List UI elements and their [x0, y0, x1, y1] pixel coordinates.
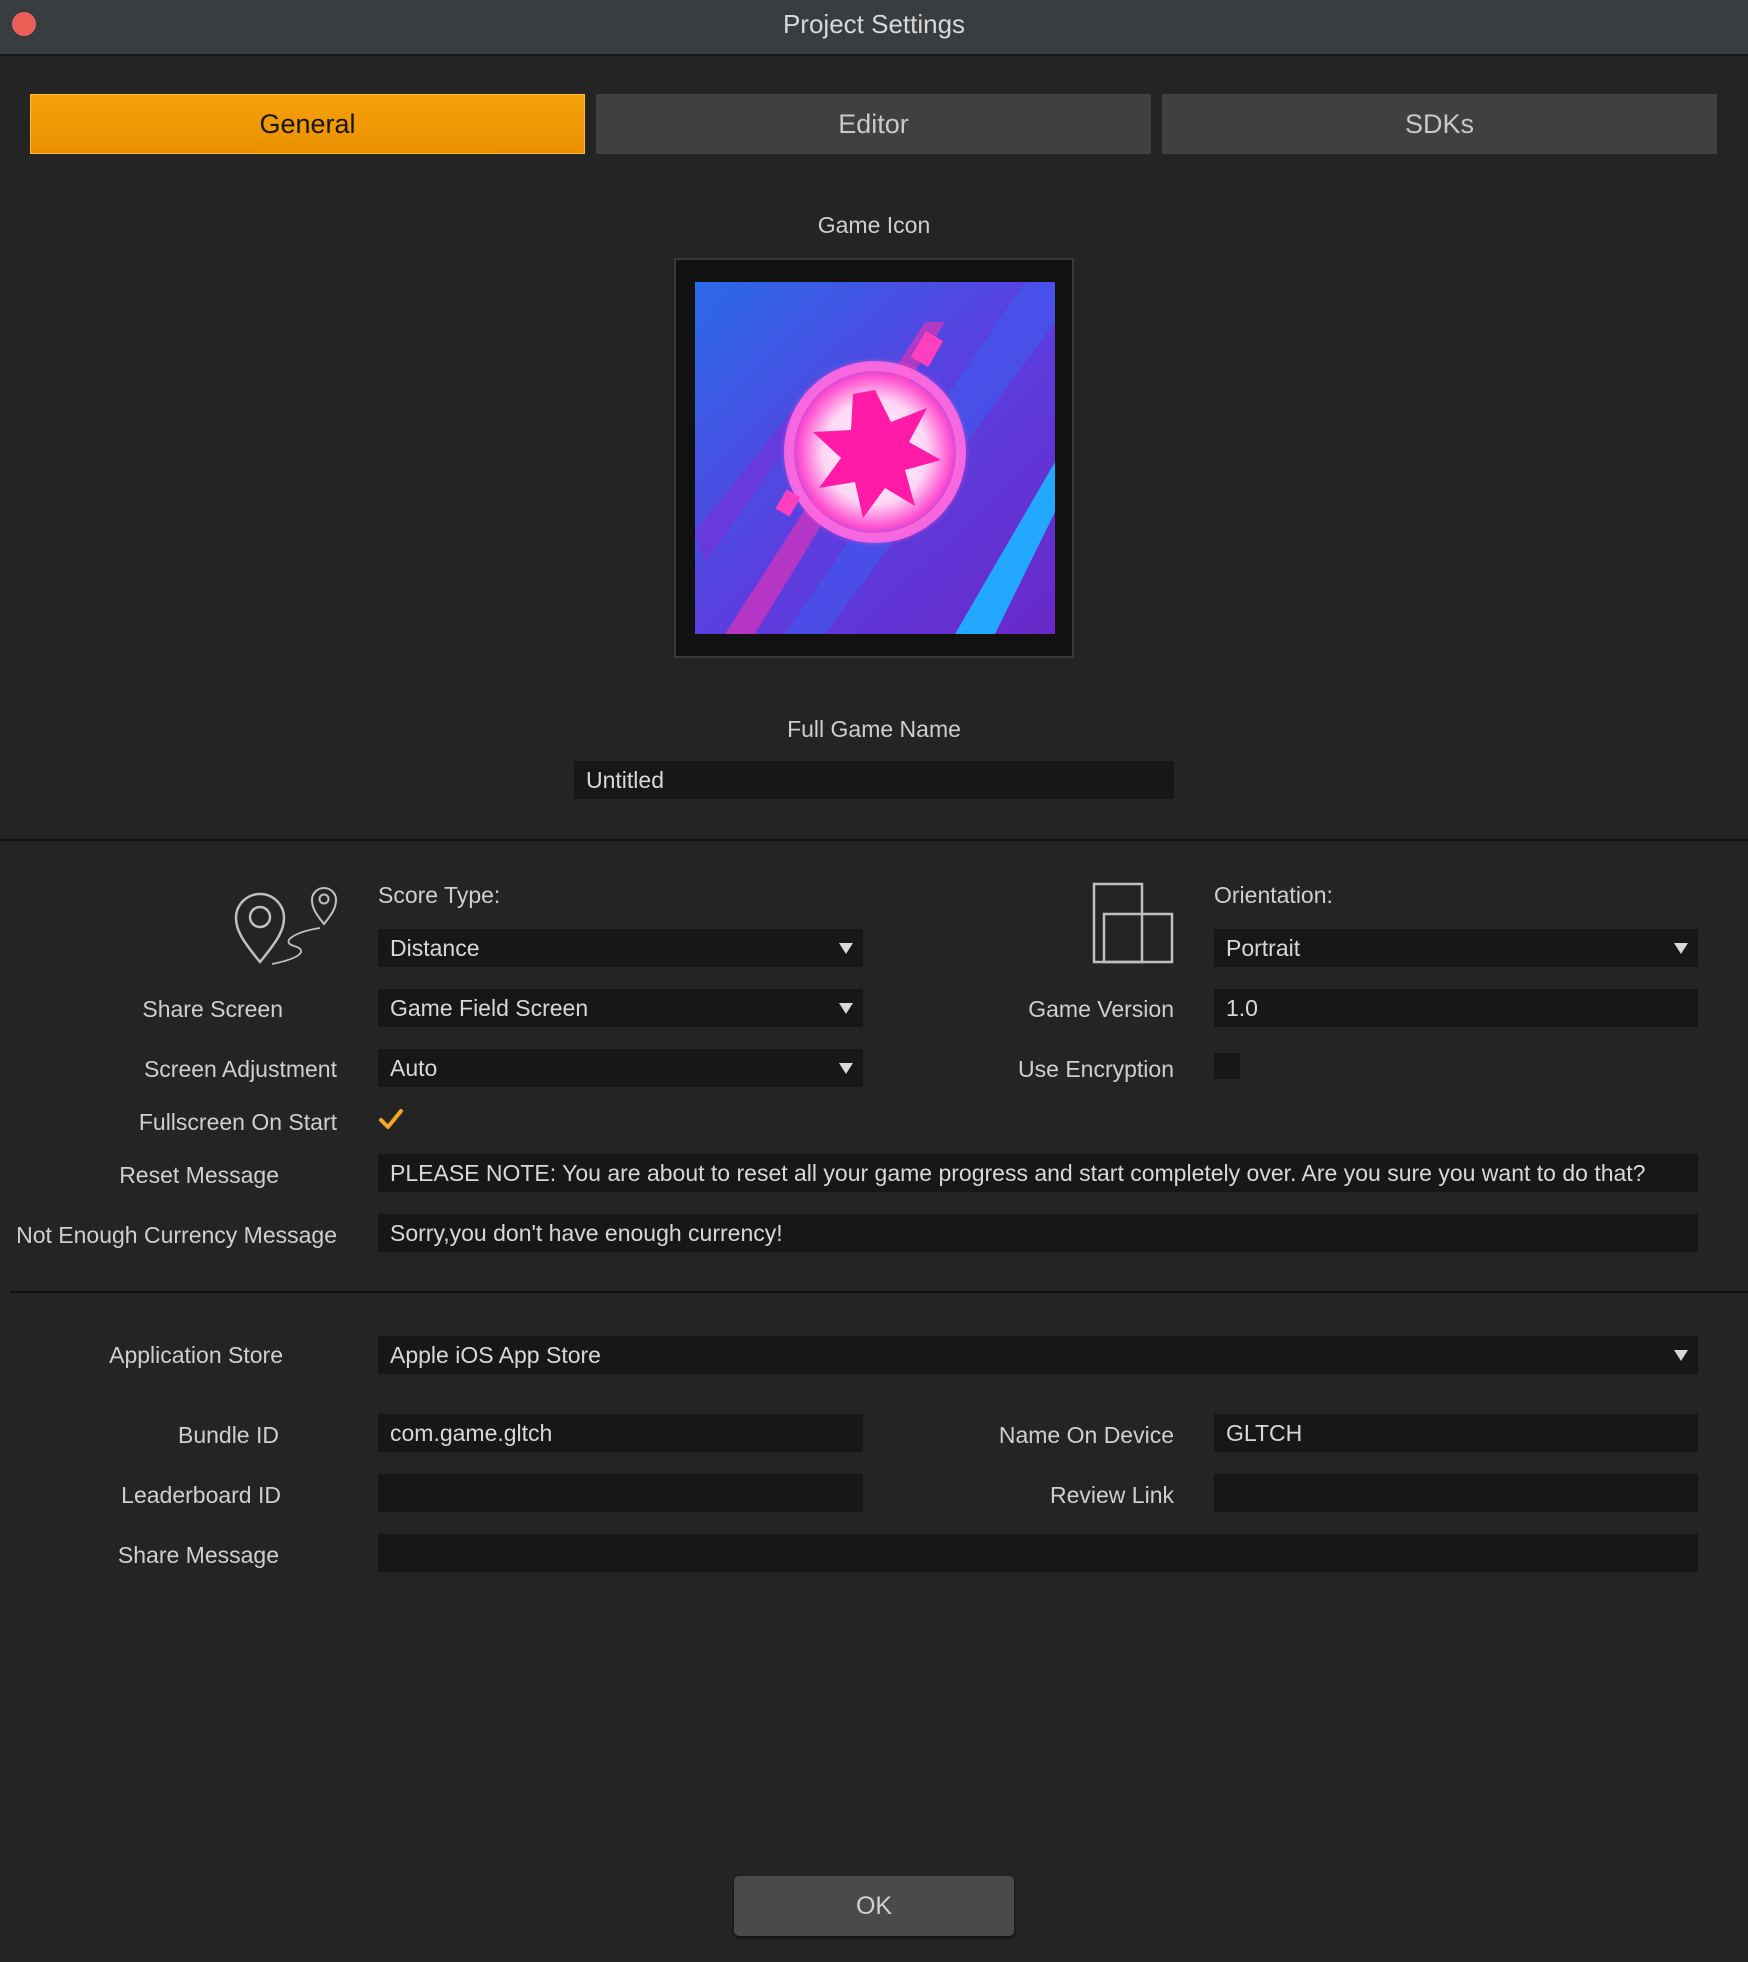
section-divider [0, 839, 1748, 841]
chevron-down-icon [1674, 1350, 1688, 1361]
chevron-down-icon [839, 943, 853, 954]
orientation-icon [1092, 882, 1174, 964]
game-icon-label: Game Icon [817, 212, 931, 238]
window-title: Project Settings [782, 9, 966, 39]
screen-adjustment-dropdown[interactable]: Auto [378, 1049, 863, 1087]
bundle-id-field[interactable]: com.game.gltch [378, 1414, 863, 1452]
checkmark-icon [379, 1109, 403, 1129]
full-game-name-field[interactable]: Untitled [574, 761, 1174, 799]
reset-message-field[interactable]: PLEASE NOTE: You are about to reset all … [378, 1154, 1698, 1192]
share-screen-dropdown[interactable]: Game Field Screen [378, 989, 863, 1027]
review-link-field[interactable] [1214, 1474, 1698, 1512]
chevron-down-icon [839, 1003, 853, 1014]
ok-button[interactable]: OK [734, 1876, 1014, 1936]
application-store-value: Apple iOS App Store [390, 1342, 601, 1368]
score-type-dropdown[interactable]: Distance [378, 929, 863, 967]
currency-message-field[interactable]: Sorry,you don't have enough currency! [378, 1214, 1698, 1252]
orientation-value: Portrait [1226, 935, 1301, 961]
tab-editor[interactable]: Editor [596, 94, 1151, 154]
score-type-value: Distance [390, 935, 480, 961]
orientation-dropdown[interactable]: Portrait [1214, 929, 1698, 967]
title-bar: Project Settings [0, 0, 1748, 56]
leaderboard-id-field[interactable] [378, 1474, 863, 1512]
tab-general[interactable]: General [30, 94, 585, 154]
share-screen-value: Game Field Screen [390, 995, 589, 1021]
map-pin-route-icon [234, 887, 338, 965]
use-encryption-checkbox[interactable] [1214, 1053, 1240, 1079]
tab-sdks[interactable]: SDKs [1162, 94, 1717, 154]
review-link-label: Review Link [1050, 1482, 1174, 1508]
game-icon-image [695, 282, 1055, 634]
chevron-down-icon [1674, 943, 1688, 954]
bundle-id-label: Bundle ID [177, 1422, 279, 1448]
full-game-name-label: Full Game Name [787, 716, 961, 742]
screen-adjustment-label: Screen Adjustment [143, 1056, 337, 1082]
name-on-device-label: Name On Device [998, 1422, 1174, 1448]
orientation-label: Orientation: [1214, 882, 1333, 908]
score-type-label: Score Type: [378, 882, 501, 908]
share-message-label: Share Message [117, 1542, 279, 1568]
application-store-dropdown[interactable]: Apple iOS App Store [378, 1336, 1698, 1374]
leaderboard-id-label: Leaderboard ID [121, 1482, 281, 1508]
game-version-label: Game Version [1028, 996, 1174, 1022]
reset-message-label: Reset Message [119, 1162, 279, 1188]
use-encryption-label: Use Encryption [1018, 1056, 1174, 1082]
name-on-device-field[interactable]: GLTCH [1214, 1414, 1698, 1452]
application-store-label: Application Store [109, 1342, 283, 1368]
section-divider [10, 1291, 1748, 1293]
chevron-down-icon [839, 1063, 853, 1074]
fullscreen-on-start-label: Fullscreen On Start [138, 1109, 337, 1135]
screen-adjustment-value: Auto [390, 1055, 438, 1081]
currency-message-label: Not Enough Currency Message [16, 1222, 337, 1248]
share-message-field[interactable] [378, 1534, 1698, 1572]
game-icon-well[interactable] [674, 258, 1074, 658]
share-screen-label: Share Screen [142, 996, 283, 1022]
fullscreen-on-start-checkbox[interactable] [378, 1107, 404, 1133]
game-version-field[interactable]: 1.0 [1214, 989, 1698, 1027]
